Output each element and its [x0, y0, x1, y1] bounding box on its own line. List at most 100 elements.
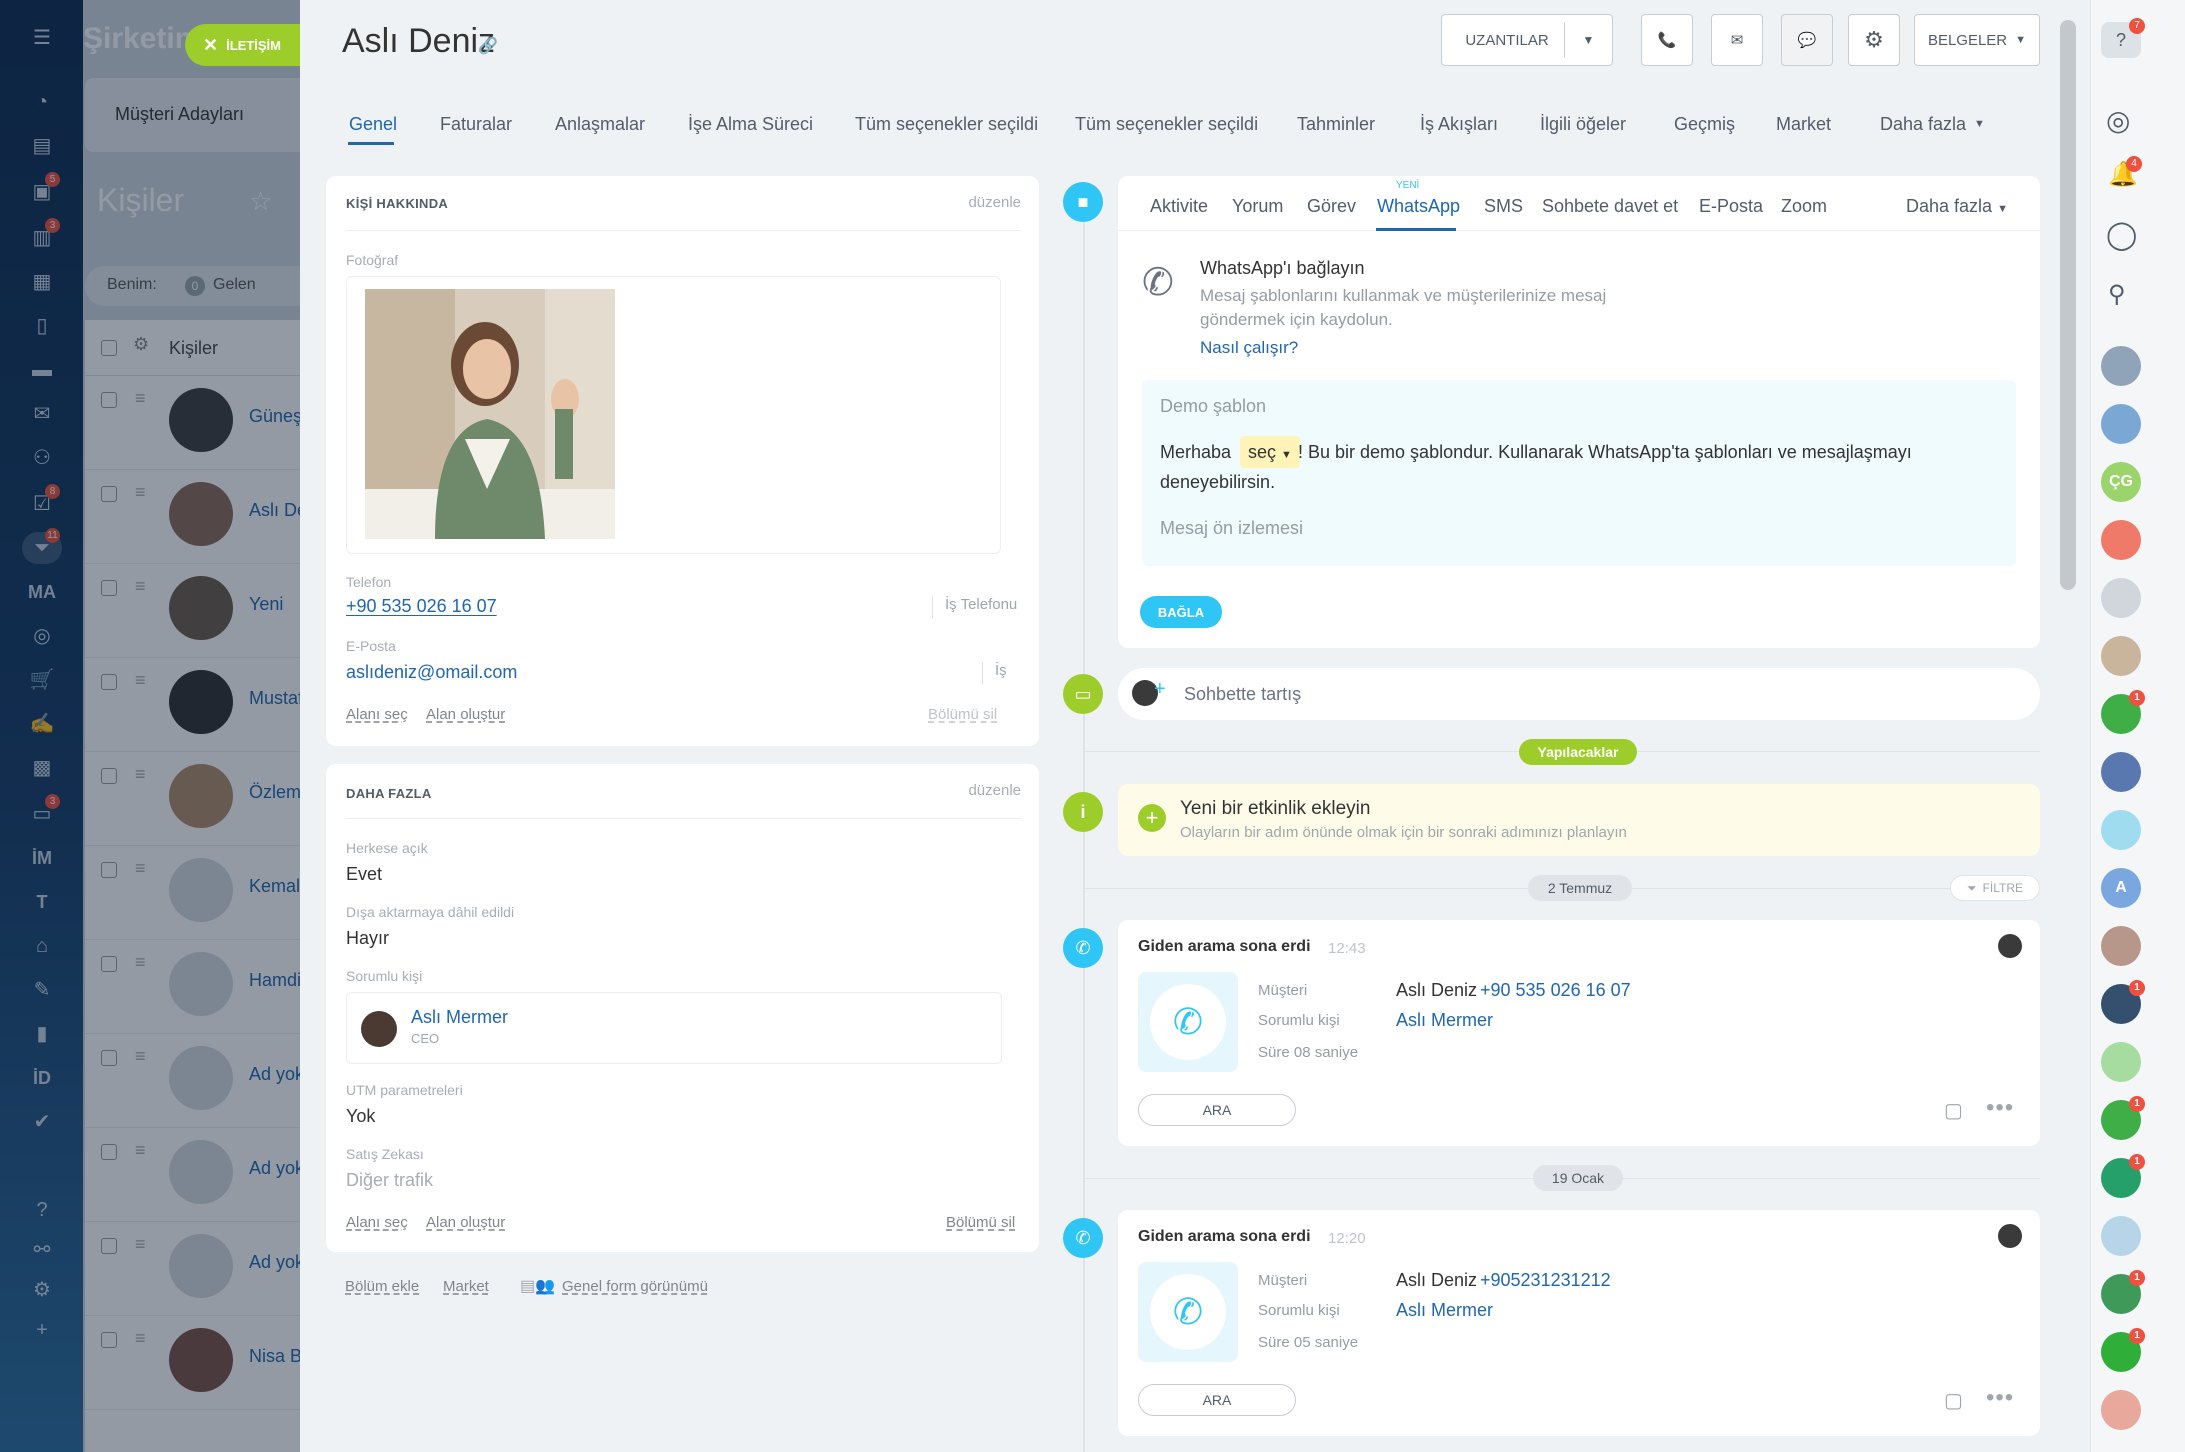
tab-10[interactable]: Market [1776, 114, 1831, 135]
recent-chat-avatar[interactable]: 1 [2101, 1328, 2145, 1372]
add-circle-icon[interactable]: + [1138, 804, 1166, 832]
search-icon[interactable]: ⚲ [2108, 280, 2126, 309]
activity-tab-2[interactable]: Görev [1307, 196, 1356, 217]
preview-label: Mesaj ön izlemesi [1160, 518, 1304, 538]
recent-chat-avatar[interactable] [2101, 1390, 2141, 1430]
overlay-shade[interactable] [0, 0, 300, 1452]
recent-chat-avatar[interactable] [2101, 1042, 2141, 1082]
activity-tab-5[interactable]: Sohbete davet et [1542, 196, 1678, 217]
chevron-down-icon[interactable]: ▼ [1564, 23, 1612, 57]
create-field-link[interactable]: Alan oluştur [426, 1214, 505, 1231]
recent-chat-avatar[interactable] [2101, 752, 2141, 792]
tab-6[interactable]: Tahminler [1297, 114, 1375, 135]
connect-button[interactable]: BAĞLA [1140, 596, 1222, 628]
tab-2[interactable]: Anlaşmalar [555, 114, 645, 135]
count-badge: 1 [2129, 1096, 2145, 1112]
new-activity-card[interactable]: + Yeni bir etkinlik ekleyin Olayların bi… [1118, 784, 2040, 856]
chevron-down-icon[interactable]: ▼ [1974, 118, 1985, 130]
recent-chat-avatar[interactable]: 1 [2101, 1096, 2145, 1140]
phone-link[interactable]: +90 535 026 16 07 [346, 596, 497, 617]
contact-close-tab[interactable]: ✕ İLETİŞİM [185, 24, 303, 66]
settings-button[interactable]: ⚙ [1848, 14, 1900, 66]
target-icon[interactable]: ◎ [2106, 104, 2130, 137]
activity-tab-0[interactable]: Aktivite [1150, 196, 1208, 217]
chat-discuss-row[interactable]: + Sohbette tartış [1118, 668, 2040, 720]
tab-4[interactable]: Tüm seçenekler seçildi [855, 114, 1038, 135]
tab-9[interactable]: Geçmiş [1674, 114, 1735, 135]
more-options-icon[interactable]: ••• [1986, 1384, 2014, 1412]
form-view-link[interactable]: Genel form görünümü [562, 1278, 708, 1295]
recent-chat-avatar[interactable] [2101, 578, 2141, 618]
note-icon[interactable]: ▢ [1944, 1388, 1963, 1413]
responsible-name[interactable]: Aslı Mermer [1396, 1300, 1493, 1321]
add-section-link[interactable]: Bölüm ekle [345, 1278, 419, 1295]
call-button[interactable]: 📞 [1641, 14, 1693, 66]
note-icon[interactable]: ▢ [1944, 1098, 1963, 1123]
responsible-person[interactable]: Aslı Mermer CEO [346, 992, 1002, 1064]
call-icon-box: ✆ [1138, 1262, 1238, 1362]
help-icon[interactable]: ? 7 [2101, 18, 2145, 58]
extensions-button[interactable]: UZANTILAR ▼ [1441, 14, 1613, 66]
tab-3[interactable]: İşe Alma Süreci [688, 114, 813, 135]
activity-tab-1[interactable]: Yorum [1232, 196, 1283, 217]
how-it-works-link[interactable]: Nasıl çalışır? [1200, 338, 1298, 358]
client-name[interactable]: Aslı Deniz [1396, 980, 1477, 1001]
recent-chat-avatar[interactable] [2101, 926, 2141, 966]
bell-icon[interactable]: 🔔 4 [2108, 156, 2142, 190]
activity-tab-7[interactable]: Zoom [1781, 196, 1827, 217]
recent-chat-avatar[interactable]: 1 [2101, 690, 2145, 734]
edit-link[interactable]: düzenle [968, 782, 1021, 799]
activity-tab-3[interactable]: WhatsApp [1377, 196, 1460, 217]
link-icon[interactable]: 🔗 [478, 36, 498, 56]
tab-7[interactable]: İş Akışları [1420, 114, 1498, 135]
client-phone[interactable]: +90 535 026 16 07 [1480, 980, 1631, 1001]
tab-8[interactable]: İlgili öğeler [1540, 114, 1626, 135]
recent-chat-avatar[interactable] [2101, 520, 2141, 560]
activity-tab-6[interactable]: E-Posta [1699, 196, 1763, 217]
recent-chat-avatar[interactable]: 1 [2101, 1154, 2145, 1198]
recent-chat-avatar[interactable] [2101, 346, 2141, 386]
call-again-button[interactable]: ARA [1138, 1094, 1296, 1126]
market-link[interactable]: Market [443, 1278, 489, 1295]
scrollbar[interactable] [2058, 20, 2078, 1440]
delete-section-link[interactable]: Bölümü sil [946, 1214, 1015, 1231]
filter-button[interactable]: ⏷ FİLTRE [1950, 875, 2040, 901]
public-label: Herkese açık [346, 840, 428, 856]
recent-chat-avatar[interactable]: 1 [2101, 980, 2145, 1024]
recent-chat-avatar[interactable]: ÇG [2101, 462, 2141, 502]
create-field-link[interactable]: Alan oluştur [426, 706, 505, 723]
tab-0[interactable]: Genel [349, 114, 397, 135]
select-field-link[interactable]: Alanı seç [346, 706, 408, 723]
email-link[interactable]: aslıdeniz@omail.com [346, 662, 517, 683]
recent-chat-avatar[interactable] [2101, 810, 2141, 850]
responsible-name[interactable]: Aslı Mermer [1396, 1010, 1493, 1031]
documents-button[interactable]: BELGELER ▼ [1914, 14, 2040, 66]
scrollbar-thumb[interactable] [2060, 20, 2076, 590]
tab-11[interactable]: Daha fazla [1880, 114, 1966, 135]
recent-chat-avatar[interactable] [2101, 404, 2141, 444]
more-options-icon[interactable]: ••• [1986, 1094, 2014, 1122]
client-phone[interactable]: +905231231212 [1480, 1270, 1611, 1291]
tab-5[interactable]: Tüm seçenekler seçildi [1075, 114, 1258, 135]
activity-tab-4[interactable]: SMS [1484, 196, 1523, 217]
wa-title: WhatsApp'ı bağlayın [1200, 258, 1365, 278]
recent-chat-avatar[interactable] [2101, 1216, 2141, 1256]
tab-1[interactable]: Faturalar [440, 114, 512, 135]
export-value: Hayır [346, 928, 390, 948]
delete-section-link[interactable]: Bölümü sil [928, 706, 997, 723]
activity-more-tab[interactable]: Daha fazla ▼ [1906, 196, 2008, 217]
recent-chat-avatar[interactable] [2101, 636, 2141, 676]
client-name[interactable]: Aslı Deniz [1396, 1270, 1477, 1291]
chat-button[interactable]: 💬 [1781, 14, 1833, 66]
select-field-link[interactable]: Alanı seç [346, 1214, 408, 1231]
responsible-name[interactable]: Aslı Mermer [411, 1007, 508, 1028]
recent-chat-avatar[interactable]: 1 [2101, 1270, 2145, 1314]
select-variable-dropdown[interactable]: seç ▼ [1240, 436, 1300, 468]
chat-list-icon[interactable]: ◯ [2106, 218, 2137, 251]
call-again-button[interactable]: ARA [1138, 1384, 1296, 1416]
photo-frame[interactable] [346, 276, 1001, 554]
recent-chat-avatar[interactable]: A [2101, 868, 2141, 908]
count-badge: 1 [2129, 980, 2145, 996]
edit-link[interactable]: düzenle [968, 194, 1021, 211]
email-button[interactable]: ✉ [1711, 14, 1763, 66]
